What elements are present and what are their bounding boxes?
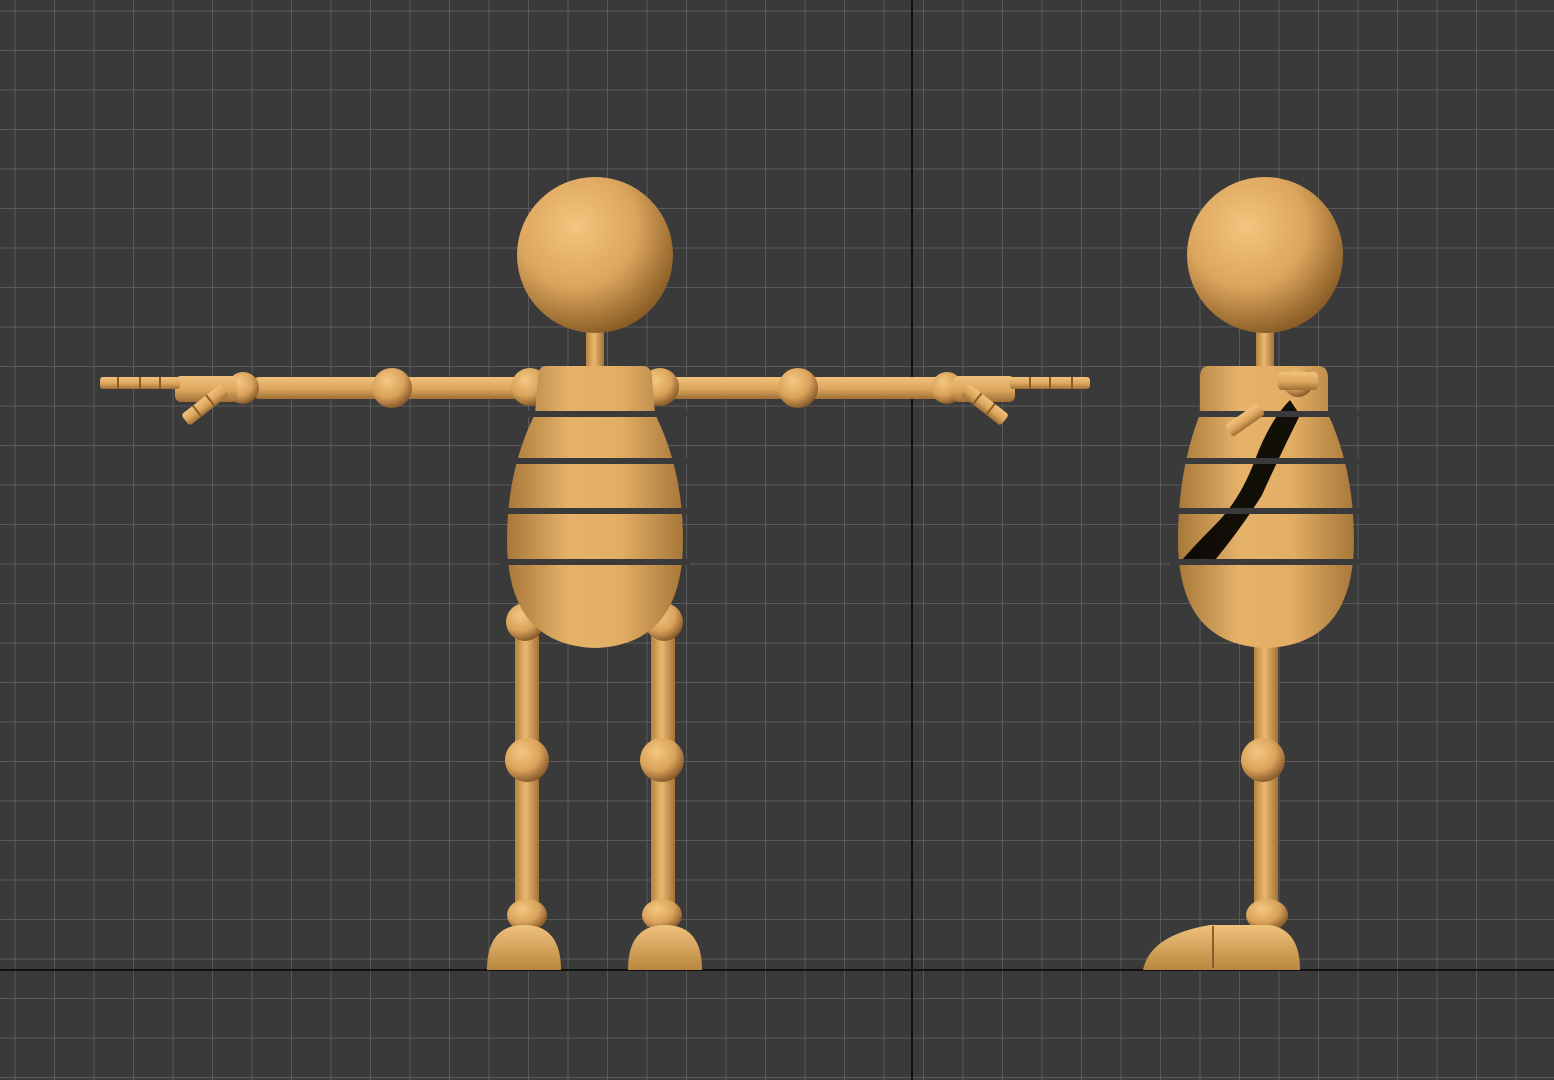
head <box>1187 177 1343 333</box>
right-leg <box>628 603 702 970</box>
neck <box>1256 328 1274 368</box>
3d-viewport[interactable] <box>0 0 1554 1080</box>
head <box>517 177 673 333</box>
viewport-canvas[interactable] <box>0 0 1554 1080</box>
neck <box>586 328 604 368</box>
right-arm <box>660 368 1090 425</box>
side-leg <box>1143 602 1300 970</box>
left-leg <box>487 603 561 970</box>
left-arm <box>100 368 530 425</box>
side-torso <box>1170 366 1360 648</box>
character-side-view[interactable] <box>1143 177 1360 970</box>
character-front-view[interactable] <box>100 177 1090 970</box>
